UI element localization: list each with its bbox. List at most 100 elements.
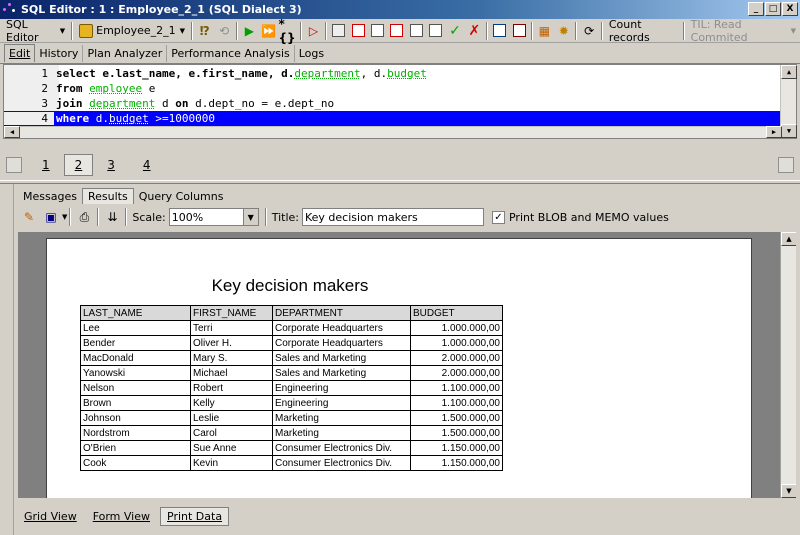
toolbar-separator xyxy=(235,21,238,40)
import-icon[interactable] xyxy=(509,21,528,41)
left-strip xyxy=(0,184,14,535)
tab-performance-analysis[interactable]: Performance Analysis xyxy=(167,44,295,62)
tab-plan-analyzer[interactable]: Plan Analyzer xyxy=(83,44,168,62)
tab-print-data[interactable]: Print Data xyxy=(160,506,230,526)
print-blob-checkbox[interactable]: ✓ xyxy=(491,210,505,224)
scroll-up-arrow-icon[interactable]: ▲ xyxy=(781,65,797,79)
tab-form-view[interactable]: Form View xyxy=(87,508,156,525)
scroll-down-arrow-icon[interactable]: ▼ xyxy=(781,124,797,138)
page-prev-icon[interactable] xyxy=(6,157,22,173)
tab-history[interactable]: History xyxy=(35,44,84,62)
commit-icon[interactable]: ✓ xyxy=(445,21,464,41)
page-tabs: 1 2 3 4 xyxy=(0,150,800,180)
code-table: department xyxy=(89,97,156,110)
rollback-icon[interactable]: ✗ xyxy=(465,21,484,41)
database-icon xyxy=(79,23,94,38)
table-row: Nelson Robert Engineering 1.100.000,00 xyxy=(80,380,503,396)
sql-code-editor[interactable]: 1 select e.last_name, e.first_name, d.de… xyxy=(3,64,797,139)
prepare-icon[interactable]: ⟲ xyxy=(214,21,233,41)
design-report-icon[interactable]: ✎ xyxy=(18,207,40,227)
close-button[interactable]: X xyxy=(782,2,798,16)
tab-messages[interactable]: Messages xyxy=(18,189,82,204)
open-file-icon[interactable] xyxy=(349,21,368,41)
fit-page-icon[interactable]: ⇊ xyxy=(101,207,123,227)
scroll-down-arrow-icon[interactable]: ▼ xyxy=(781,484,796,498)
code-line[interactable]: 1 select e.last_name, e.first_name, d.de… xyxy=(4,66,782,81)
debug-icon[interactable]: ▷ xyxy=(304,21,323,41)
line-number: 1 xyxy=(41,67,48,80)
database-selector[interactable]: Employee_2_1 ▼ xyxy=(75,21,189,41)
til-label: TIL: Read Commited xyxy=(690,17,748,44)
table-cell: Engineering xyxy=(272,395,411,411)
tab-edit[interactable]: Edit xyxy=(4,44,36,62)
settings-icon[interactable]: ✹ xyxy=(554,21,573,41)
toolbar-separator xyxy=(299,21,302,40)
code-line-selected[interactable]: 4 where d.budget >=1000000 xyxy=(4,111,782,126)
page-tab-1[interactable]: 1 xyxy=(28,158,64,172)
save-icon[interactable]: ▣ xyxy=(40,207,62,227)
code-line[interactable]: 2 from employee e xyxy=(4,81,782,96)
result-tabs: Messages Results Query Columns xyxy=(18,186,228,204)
sql-editor-menu-button[interactable]: SQL Editor ▼ xyxy=(2,18,69,44)
code-line[interactable]: 3 join department d on d.dept_no = e.dep… xyxy=(4,96,782,111)
tab-results[interactable]: Results xyxy=(81,188,134,204)
table-row: MacDonald Mary S. Sales and Marketing 2.000… xyxy=(80,350,503,366)
title-input[interactable]: Key decision makers xyxy=(301,208,484,226)
print-icon[interactable]: ⎙ xyxy=(73,207,95,227)
run-icon[interactable]: ▶ xyxy=(240,21,259,41)
panel-splitter[interactable] xyxy=(0,180,800,184)
table-cell: 1.000.000,00 xyxy=(410,335,503,351)
database-label: Employee_2_1 xyxy=(96,24,176,37)
maximize-button[interactable]: □ xyxy=(765,2,781,16)
toolbar-separator xyxy=(71,21,74,40)
table-cell: Mary S. xyxy=(190,350,273,366)
count-records-button[interactable]: Count records xyxy=(605,18,681,44)
table-cell: Marketing xyxy=(272,410,411,426)
code-keyword: join xyxy=(56,97,83,110)
page-next-icon[interactable] xyxy=(778,157,794,173)
window-titlebar[interactable]: SQL Editor : 1 : Employee_2_1 (SQL Diale… xyxy=(0,0,800,19)
line-number: 4 xyxy=(4,112,54,125)
report-title: Key decision makers xyxy=(211,276,369,295)
scroll-left-arrow-icon[interactable]: ◀ xyxy=(4,126,20,138)
toolbar-separator xyxy=(486,21,489,40)
page-tab-3[interactable]: 3 xyxy=(93,158,129,172)
page-tab-4[interactable]: 4 xyxy=(129,158,165,172)
tab-logs[interactable]: Logs xyxy=(295,45,328,62)
page-tab-2[interactable]: 2 xyxy=(63,154,94,176)
chevron-down-icon[interactable]: ▼ xyxy=(242,209,258,225)
print-doc-icon[interactable] xyxy=(407,21,426,41)
til-selector[interactable]: TIL: Read Commited ▼ xyxy=(687,17,800,44)
table-cell: Nelson xyxy=(80,380,191,396)
editor-vertical-scrollbar[interactable]: ▲ ▼ xyxy=(780,65,797,138)
tab-grid-view[interactable]: Grid View xyxy=(18,508,83,525)
code-text: >=1000000 xyxy=(148,112,215,125)
run-statement-icon[interactable]: *{} xyxy=(278,17,297,45)
query-params-icon[interactable]: ⁉ xyxy=(195,21,214,41)
tab-query-columns[interactable]: Query Columns xyxy=(134,189,229,204)
save-file-icon[interactable] xyxy=(368,21,387,41)
scale-select[interactable]: 100% ▼ xyxy=(168,208,259,226)
editor-horizontal-scrollbar[interactable]: ◀ ▶ xyxy=(4,126,782,138)
scroll-up-arrow-icon[interactable]: ▲ xyxy=(781,232,796,246)
run-script-icon[interactable]: ⏩ xyxy=(259,21,278,41)
table-cell: Lee xyxy=(80,320,191,336)
toolbar-separator xyxy=(682,21,685,40)
table-row: Nordstrom Carol Marketing 1.500.000,00 xyxy=(80,425,503,441)
chevron-down-icon: ▼ xyxy=(790,26,797,35)
preview-vertical-scrollbar[interactable]: ▲ ▼ xyxy=(780,232,796,498)
table-cell: Sales and Marketing xyxy=(272,350,411,366)
fetch-icon[interactable]: ⟳ xyxy=(579,21,598,41)
table-cell: 1.100.000,00 xyxy=(410,380,503,396)
table-cell: Oliver H. xyxy=(190,335,273,351)
minimize-button[interactable]: _ xyxy=(748,2,764,16)
scroll-right-arrow-icon[interactable]: ▶ xyxy=(766,126,782,138)
grid-options-icon[interactable]: ▦ xyxy=(535,21,554,41)
copy-icon[interactable] xyxy=(426,21,445,41)
print-preview[interactable]: Key decision makers LAST_NAME FIRST_NAME… xyxy=(18,232,796,498)
table-row: Lee Terri Corporate Headquarters 1.000.000,… xyxy=(80,320,503,336)
new-doc-icon[interactable] xyxy=(387,21,406,41)
query-builder-icon[interactable] xyxy=(329,21,348,41)
chevron-down-icon[interactable]: ▼ xyxy=(62,213,67,221)
export-icon[interactable] xyxy=(490,21,509,41)
